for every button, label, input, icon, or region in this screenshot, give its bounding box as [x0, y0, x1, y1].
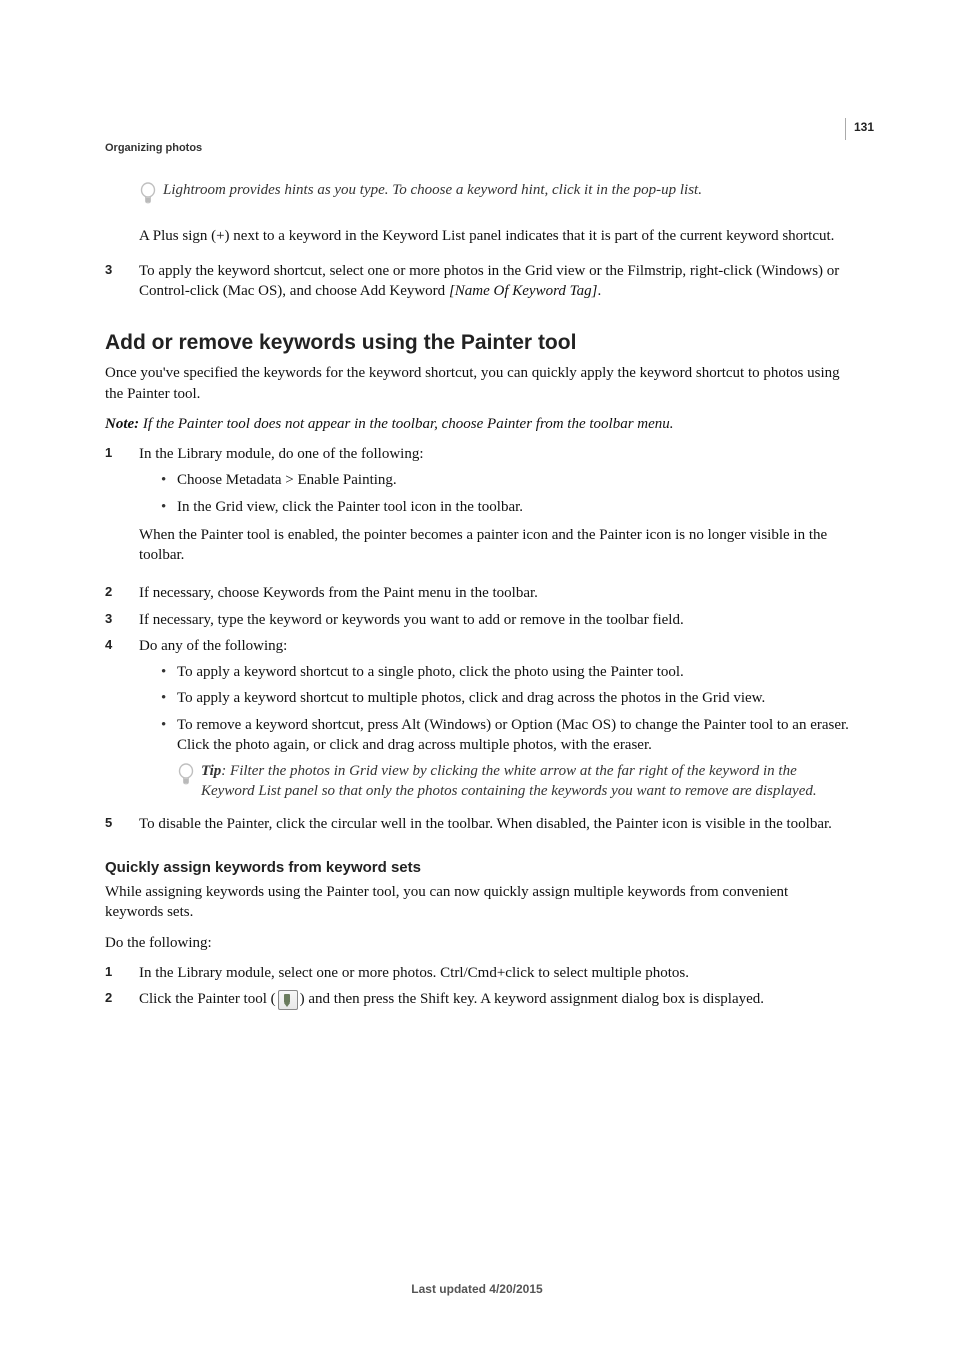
paragraph: A Plus sign (+) next to a keyword in the…: [139, 226, 849, 246]
lightbulb-icon: [177, 763, 195, 793]
tip-text: Tip: Filter the photos in Grid view by c…: [201, 761, 849, 802]
step-number: 1: [105, 963, 139, 983]
footer-last-updated: Last updated 4/20/2015: [0, 1282, 954, 1296]
step-body: Do any of the following: To apply a keyw…: [139, 636, 849, 808]
list-item: To apply a keyword shortcut to a single …: [161, 662, 849, 682]
step-body: Click the Painter tool ( ) and then press…: [139, 989, 849, 1010]
step-number: 2: [105, 989, 139, 1010]
text: Do any of the following:: [139, 636, 849, 656]
step-body: To apply the keyword shortcut, select on…: [139, 261, 849, 302]
paragraph: Do the following:: [105, 933, 849, 953]
section-heading: Add or remove keywords using the Painter…: [105, 329, 849, 357]
tip-label: Tip: [201, 763, 221, 779]
tip-callout: Lightroom provides hints as you type. To…: [139, 180, 849, 212]
list-item: In the Grid view, click the Painter tool…: [161, 497, 849, 517]
subsection-heading: Quickly assign keywords from keyword set…: [105, 858, 849, 878]
step-item: 2 If necessary, choose Keywords from the…: [105, 583, 849, 603]
list-item: To remove a keyword shortcut, press Alt …: [161, 715, 849, 802]
text: .: [597, 283, 601, 299]
step-number: 2: [105, 583, 139, 603]
step-body: In the Library module, do one of the fol…: [139, 444, 849, 577]
step-item: 4 Do any of the following: To apply a ke…: [105, 636, 849, 808]
step-number: 3: [105, 610, 139, 630]
painter-tool-icon: [278, 990, 298, 1010]
text: In the Library module, do one of the fol…: [139, 444, 849, 464]
paragraph: While assigning keywords using the Paint…: [105, 882, 849, 923]
step-item: 3 To apply the keyword shortcut, select …: [105, 261, 849, 302]
text: : Filter the photos in Grid view by clic…: [201, 763, 817, 799]
step-item: 2 Click the Painter tool ( ) and then pre…: [105, 989, 849, 1010]
list-item: Choose Metadata > Enable Painting.: [161, 470, 849, 490]
page-number: 131: [845, 118, 874, 140]
paragraph: When the Painter tool is enabled, the po…: [139, 525, 849, 566]
paragraph: Once you've specified the keywords for t…: [105, 363, 849, 404]
step-number: 4: [105, 636, 139, 808]
running-head: Organizing photos: [105, 142, 202, 154]
note-text: If the Painter tool does not appear in t…: [143, 416, 674, 432]
step-item: 1 In the Library module, select one or m…: [105, 963, 849, 983]
step-number: 5: [105, 814, 139, 834]
bullet-list: To apply a keyword shortcut to a single …: [161, 662, 849, 802]
step-item: 3 If necessary, type the keyword or keyw…: [105, 610, 849, 630]
step-body: If necessary, type the keyword or keywor…: [139, 610, 849, 630]
tip-callout: Tip: Filter the photos in Grid view by c…: [177, 761, 849, 802]
text: ) and then press the Shift key. A keywor…: [300, 991, 764, 1007]
step-number: 1: [105, 444, 139, 577]
tip-text: Lightroom provides hints as you type. To…: [163, 180, 702, 200]
step-body: If necessary, choose Keywords from the P…: [139, 583, 849, 603]
page: Organizing photos 131 Lightroom provides…: [0, 0, 954, 1350]
lightbulb-icon: [139, 182, 157, 212]
step-number: 3: [105, 261, 139, 302]
step-item: 1 In the Library module, do one of the f…: [105, 444, 849, 577]
content-area: Lightroom provides hints as you type. To…: [105, 180, 849, 1010]
step-item: 5 To disable the Painter, click the circ…: [105, 814, 849, 834]
bullet-list: Choose Metadata > Enable Painting. In th…: [161, 470, 849, 517]
note-label: Note:: [105, 416, 143, 432]
step-body: In the Library module, select one or mor…: [139, 963, 849, 983]
text-italic: [Name Of Keyword Tag]: [449, 283, 598, 299]
note: Note: If the Painter tool does not appea…: [105, 414, 849, 434]
text: Click the Painter tool (: [139, 991, 276, 1007]
list-item: To apply a keyword shortcut to multiple …: [161, 688, 849, 708]
text: To remove a keyword shortcut, press Alt …: [177, 717, 849, 753]
step-body: To disable the Painter, click the circul…: [139, 814, 849, 834]
